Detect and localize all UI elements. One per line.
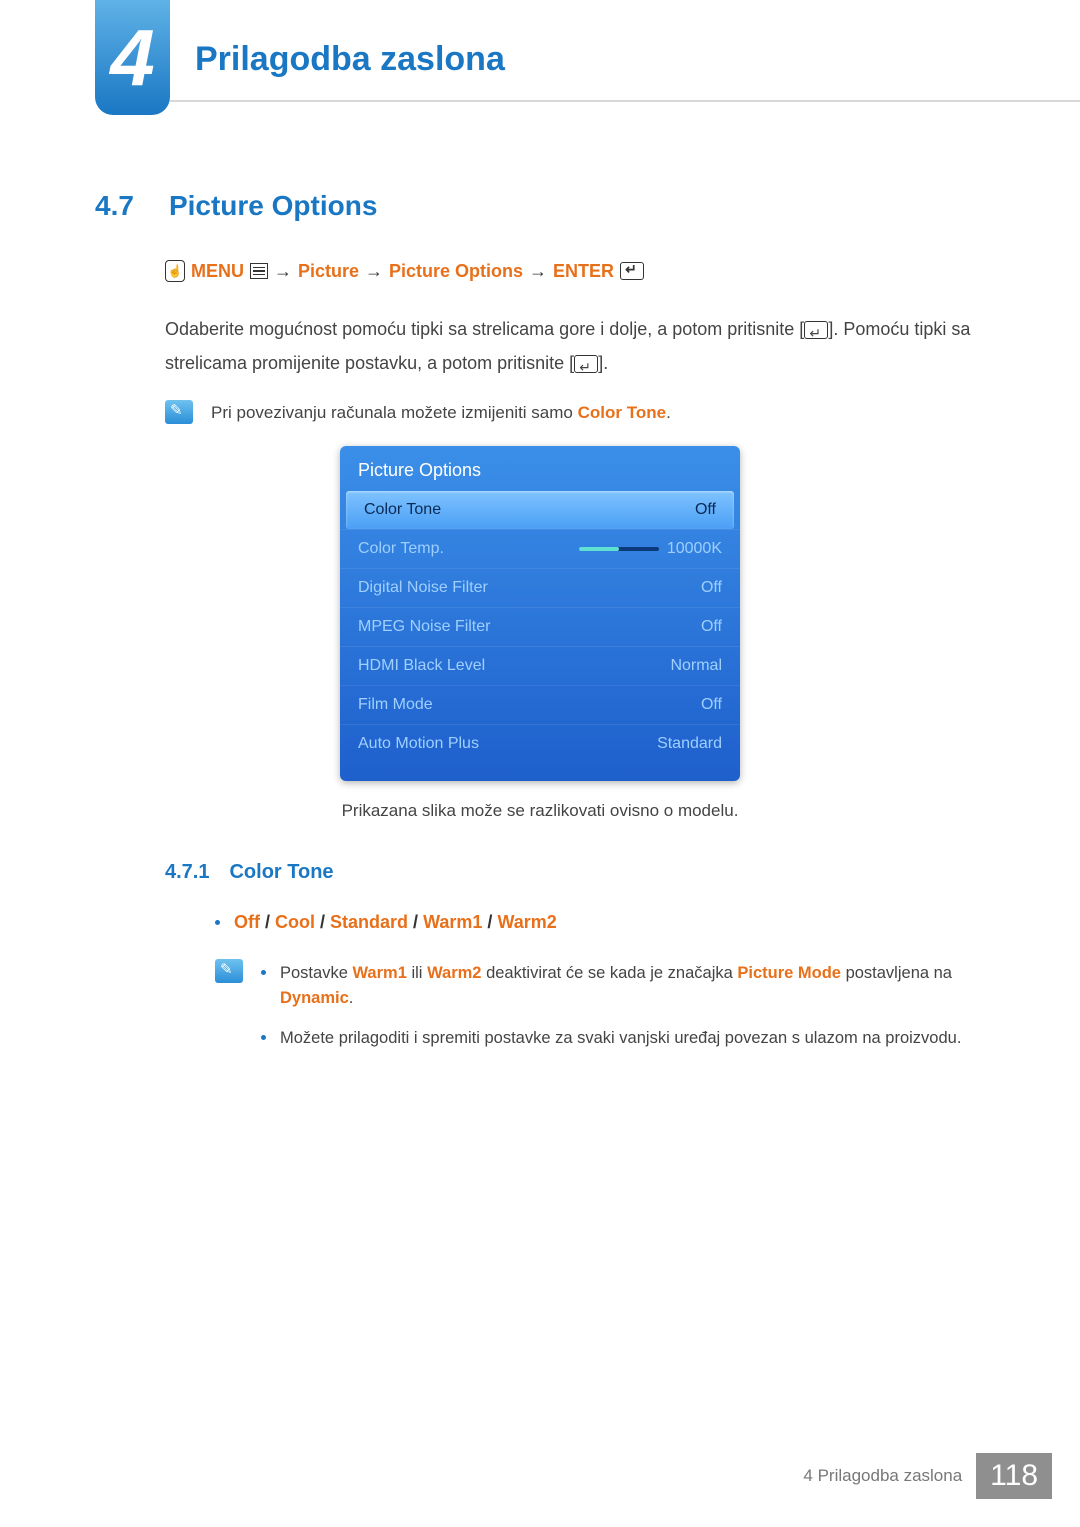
bullet-icon (215, 920, 220, 925)
osd-row-mpeg-noise[interactable]: MPEG Noise Filter Off (340, 607, 740, 646)
chapter-number: 4 (110, 12, 155, 104)
paragraph-1: Odaberite mogućnost pomoću tipki sa stre… (165, 312, 985, 380)
osd-row-color-temp[interactable]: Color Temp. 10000K (340, 529, 740, 568)
header-divider (170, 100, 1080, 102)
bc-arrow-1: → (274, 261, 292, 282)
page-header: 4 Prilagodba zaslona (0, 0, 1080, 120)
footer-page-number: 118 (976, 1453, 1052, 1499)
option-list: Off / Cool / Standard / Warm1 / Warm2 (215, 912, 985, 933)
osd-row-auto-motion[interactable]: Auto Motion Plus Standard (340, 724, 740, 763)
slash-1: / (260, 912, 275, 932)
osd-label: Color Tone (364, 501, 441, 519)
para1-a: Odaberite mogućnost pomoću tipki sa stre… (165, 319, 804, 339)
menu-bars-icon (250, 263, 268, 279)
option-row: Off / Cool / Standard / Warm1 / Warm2 (215, 912, 985, 933)
slash-4: / (482, 912, 497, 932)
n2-1h: Dynamic (280, 989, 349, 1007)
osd-label: MPEG Noise Filter (358, 618, 490, 636)
osd-row-digital-noise[interactable]: Digital Noise Filter Off (340, 568, 740, 607)
para1-c: ]. (598, 353, 608, 373)
enter-icon-inline-1 (804, 321, 828, 339)
remote-icon (165, 260, 185, 282)
opt-off: Off (234, 912, 260, 932)
note-icon (165, 400, 193, 424)
content-area: 4.7 Picture Options MENU → Picture → Pic… (0, 120, 1080, 1066)
n2-1g: postavljena na (841, 964, 952, 982)
subsection-heading: 4.7.1 Color Tone (165, 861, 985, 884)
chapter-tab: 4 (95, 0, 170, 115)
osd-bottom-pad (340, 763, 740, 781)
menu-breadcrumb: MENU → Picture → Picture Options → ENTER (165, 260, 985, 282)
subsection-title: Color Tone (229, 861, 333, 884)
osd-value: Off (695, 501, 716, 519)
opt-standard: Standard (330, 912, 408, 932)
enter-icon (620, 262, 644, 280)
opt-warm2: Warm2 (497, 912, 556, 932)
osd-label: HDMI Black Level (358, 657, 485, 675)
note1-keyword: Color Tone (578, 403, 666, 422)
section-heading: 4.7 Picture Options (95, 190, 985, 222)
slash-2: / (315, 912, 330, 932)
section-number: 4.7 (95, 190, 134, 222)
osd-label: Digital Noise Filter (358, 579, 488, 597)
opt-cool: Cool (275, 912, 315, 932)
osd-value: Off (701, 579, 722, 597)
osd-value: 10000K (667, 540, 722, 558)
osd-caption: Prikazana slika može se razlikovati ovis… (95, 801, 985, 821)
n2-1f: Picture Mode (737, 964, 841, 982)
n2-1d: Warm2 (427, 964, 481, 982)
opt-warm1: Warm1 (423, 912, 482, 932)
osd-value: Normal (670, 657, 722, 675)
footer-chapter-label: 4 Prilagodba zaslona (803, 1466, 976, 1486)
note-1: Pri povezivanju računala možete izmijeni… (165, 400, 985, 426)
osd-row-color-tone[interactable]: Color Tone Off (346, 491, 734, 529)
osd-row-hdmi-black[interactable]: HDMI Black Level Normal (340, 646, 740, 685)
osd-label: Auto Motion Plus (358, 735, 479, 753)
n2-2: Možete prilagoditi i spremiti postavke z… (280, 1026, 961, 1052)
n2-1a: Postavke (280, 964, 352, 982)
osd-row-film-mode[interactable]: Film Mode Off (340, 685, 740, 724)
subsection-number: 4.7.1 (165, 861, 209, 884)
bc-enter: ENTER (553, 261, 614, 282)
osd-label: Film Mode (358, 696, 433, 714)
bullet-icon (261, 1035, 266, 1040)
osd-value: Off (701, 696, 722, 714)
chapter-title: Prilagodba zaslona (195, 40, 505, 79)
bc-arrow-2: → (365, 261, 383, 282)
bullet-icon (261, 970, 266, 975)
n2-1b: Warm1 (352, 964, 406, 982)
note1-a: Pri povezivanju računala možete izmijeni… (211, 403, 578, 422)
note-2-item-1: Postavke Warm1 ili Warm2 deaktivirat će … (261, 961, 985, 1012)
page-footer: 4 Prilagodba zaslona 118 (803, 1453, 1052, 1499)
bc-menu: MENU (191, 261, 244, 282)
note-icon (215, 959, 243, 983)
note-2-list: Postavke Warm1 ili Warm2 deaktivirat će … (261, 961, 985, 1066)
slider-icon (579, 547, 659, 551)
bc-arrow-3: → (529, 261, 547, 282)
bc-picture-options: Picture Options (389, 261, 523, 282)
osd-title: Picture Options (340, 446, 740, 491)
n2-1c: ili (407, 964, 427, 982)
enter-icon-inline-2 (574, 355, 598, 373)
slash-3: / (408, 912, 423, 932)
note1-b: . (666, 403, 671, 422)
note-2-item-2: Možete prilagoditi i spremiti postavke z… (261, 1026, 985, 1052)
osd-label: Color Temp. (358, 540, 444, 558)
section-title: Picture Options (169, 190, 377, 222)
bc-picture: Picture (298, 261, 359, 282)
note-1-text: Pri povezivanju računala možete izmijeni… (211, 400, 671, 426)
osd-panel: Picture Options Color Tone Off Color Tem… (340, 446, 740, 781)
osd-value: Off (701, 618, 722, 636)
osd-value: Standard (657, 735, 722, 753)
note-2: Postavke Warm1 ili Warm2 deaktivirat će … (215, 959, 985, 1066)
osd-value-wrap: 10000K (579, 540, 722, 558)
n2-1i: . (349, 989, 354, 1007)
n2-1e: deaktivirat će se kada je značajka (481, 964, 737, 982)
